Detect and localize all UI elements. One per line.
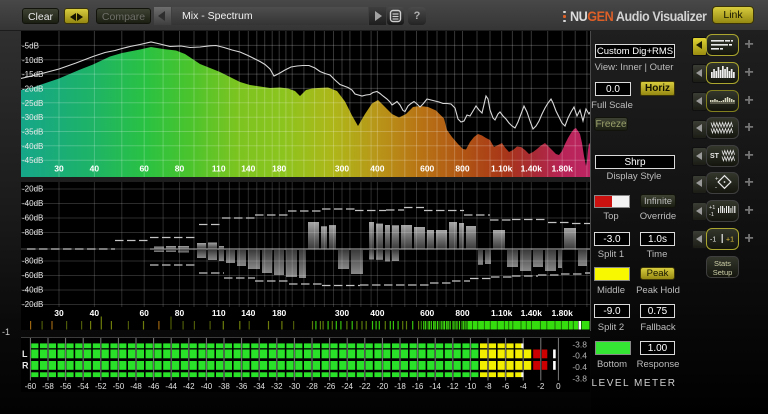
- svg-text:110: 110: [212, 164, 226, 174]
- svg-text:+1: +1: [726, 236, 734, 243]
- svg-text:-12: -12: [447, 382, 459, 391]
- svg-text:-48: -48: [130, 382, 142, 391]
- svg-text:-30: -30: [289, 382, 301, 391]
- svg-text:-54: -54: [77, 382, 89, 391]
- svg-text:30: 30: [54, 164, 64, 174]
- svg-text:-1: -1: [709, 212, 714, 218]
- svg-text:+1: +1: [709, 205, 715, 211]
- svg-text:-40dB: -40dB: [22, 286, 43, 295]
- svg-text:300: 300: [335, 164, 349, 174]
- svg-text:800: 800: [455, 164, 469, 174]
- svg-text:-34: -34: [253, 382, 265, 391]
- svg-text:0: 0: [304, 329, 309, 330]
- svg-text:-45dB: -45dB: [22, 156, 43, 165]
- svg-text:-50: -50: [113, 382, 125, 391]
- svg-text:-36: -36: [236, 382, 248, 391]
- svg-text:-80dB: -80dB: [22, 257, 43, 266]
- svg-text:800: 800: [455, 308, 469, 318]
- svg-text:1.80k: 1.80k: [552, 164, 574, 174]
- svg-text:-60dB: -60dB: [22, 271, 43, 280]
- svg-text:L: L: [22, 349, 28, 359]
- svg-text:-18: -18: [394, 382, 406, 391]
- svg-text:400: 400: [370, 308, 384, 318]
- svg-text:-30dB: -30dB: [22, 113, 43, 122]
- svg-text:-60dB: -60dB: [22, 214, 43, 223]
- svg-text:-25dB: -25dB: [22, 99, 43, 108]
- svg-text:1.10k: 1.10k: [491, 164, 513, 174]
- svg-text:300: 300: [335, 308, 349, 318]
- svg-text:600: 600: [420, 308, 434, 318]
- svg-text:140: 140: [241, 164, 255, 174]
- svg-text:1.10k: 1.10k: [491, 308, 513, 318]
- svg-text:-52: -52: [95, 382, 107, 391]
- svg-text:-32: -32: [271, 382, 283, 391]
- svg-text:-60: -60: [25, 382, 37, 391]
- svg-text:-35dB: -35dB: [22, 128, 43, 137]
- svg-text:40: 40: [90, 308, 100, 318]
- svg-text:-16: -16: [412, 382, 424, 391]
- svg-text:-42: -42: [183, 382, 195, 391]
- svg-text:-22: -22: [359, 382, 371, 391]
- svg-text:1.80k: 1.80k: [552, 308, 574, 318]
- svg-text:110: 110: [212, 308, 226, 318]
- svg-text:-5dB: -5dB: [22, 41, 39, 50]
- svg-text:180: 180: [272, 308, 286, 318]
- svg-text:60: 60: [139, 308, 149, 318]
- svg-text:-20: -20: [377, 382, 389, 391]
- svg-text:-58: -58: [42, 382, 54, 391]
- svg-text:-15dB: -15dB: [22, 70, 43, 79]
- svg-text:-80dB: -80dB: [22, 228, 43, 237]
- svg-text:80: 80: [175, 308, 185, 318]
- svg-text:-38: -38: [218, 382, 230, 391]
- svg-text:1.40k: 1.40k: [521, 308, 543, 318]
- svg-text:-20dB: -20dB: [22, 84, 43, 93]
- svg-text:180: 180: [272, 164, 286, 174]
- svg-text:-40: -40: [201, 382, 213, 391]
- svg-text:-20dB: -20dB: [22, 185, 43, 194]
- svg-text:-24: -24: [341, 382, 353, 391]
- svg-text:-2: -2: [537, 382, 545, 391]
- svg-text:-10: -10: [465, 382, 477, 391]
- svg-text:-40dB: -40dB: [22, 142, 43, 151]
- svg-text:400: 400: [370, 164, 384, 174]
- svg-text:80: 80: [175, 164, 185, 174]
- svg-text:-8: -8: [484, 382, 492, 391]
- svg-text:-28: -28: [306, 382, 318, 391]
- svg-text:140: 140: [241, 308, 255, 318]
- svg-text:R: R: [22, 361, 29, 371]
- svg-text:-26: -26: [324, 382, 336, 391]
- svg-text:-1: -1: [710, 236, 716, 243]
- svg-text:600: 600: [420, 164, 434, 174]
- svg-text:0: 0: [556, 382, 561, 391]
- svg-text:ST: ST: [710, 153, 720, 160]
- svg-text:-14: -14: [429, 382, 441, 391]
- svg-text:-4: -4: [520, 382, 528, 391]
- svg-text:-3.8: -3.8: [572, 340, 587, 350]
- svg-text:1.40k: 1.40k: [521, 164, 543, 174]
- svg-text:30: 30: [54, 308, 64, 318]
- svg-text:-44: -44: [165, 382, 177, 391]
- svg-text:-6: -6: [502, 382, 510, 391]
- svg-text:40: 40: [90, 164, 100, 174]
- svg-text:-: -: [715, 185, 717, 191]
- svg-text:-40dB: -40dB: [22, 199, 43, 208]
- svg-text:-46: -46: [148, 382, 160, 391]
- svg-text:-56: -56: [60, 382, 72, 391]
- svg-text:-20dB: -20dB: [22, 300, 43, 309]
- svg-text:60: 60: [139, 164, 149, 174]
- svg-text:-10dB: -10dB: [22, 56, 43, 65]
